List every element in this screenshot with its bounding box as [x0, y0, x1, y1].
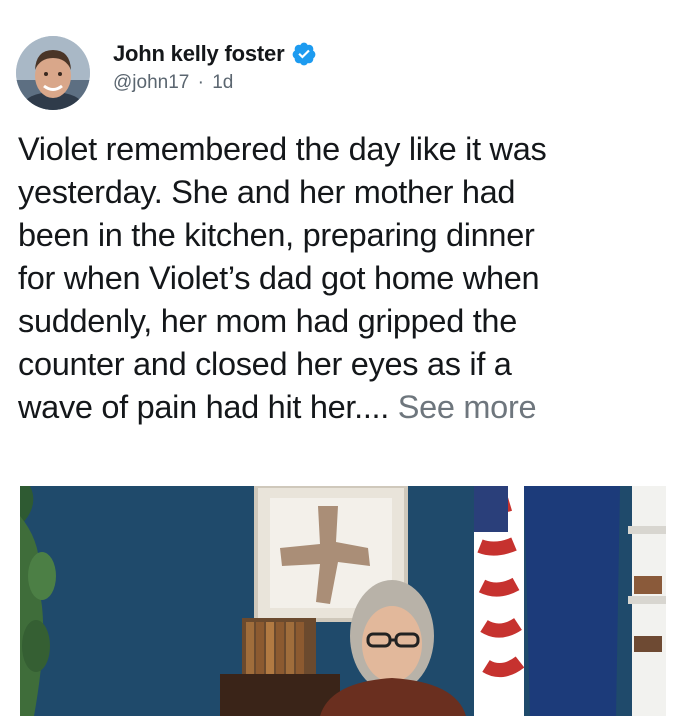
post-time[interactable]: 1d: [212, 72, 233, 93]
author-avatar[interactable]: [16, 36, 90, 110]
author-name[interactable]: John kelly foster: [113, 41, 285, 67]
name-row: John kelly foster: [113, 40, 317, 68]
tweet-line: counter and closed her eyes as if a: [18, 346, 512, 382]
verified-badge-icon: [291, 41, 317, 67]
tweet-line: suddenly, her mom had gripped the: [18, 303, 517, 339]
author-handle[interactable]: @john17: [113, 72, 189, 93]
tweet-header: John kelly foster @john17 · 1d: [16, 36, 676, 112]
person-avatar-icon: [16, 36, 90, 110]
tweet-media-image[interactable]: [20, 486, 666, 716]
tweet-line: for when Violet’s dad got home when: [18, 260, 540, 296]
author-meta: @john17 · 1d: [113, 72, 317, 94]
meta-separator: ·: [197, 72, 204, 93]
author-info: John kelly foster @john17 · 1d: [113, 40, 317, 94]
tweet-line: Violet remembered the day like it was: [18, 131, 547, 167]
tweet-body: Violet remembered the day like it was ye…: [18, 128, 688, 429]
tweet-line: yesterday. She and her mother had: [18, 174, 516, 210]
photo-woman-at-desk-with-flags-icon: [20, 486, 666, 716]
tweet-line: been in the kitchen, preparing dinner: [18, 217, 535, 253]
see-more-link[interactable]: See more: [398, 389, 537, 425]
tweet-line: wave of pain had hit her....: [18, 389, 390, 425]
